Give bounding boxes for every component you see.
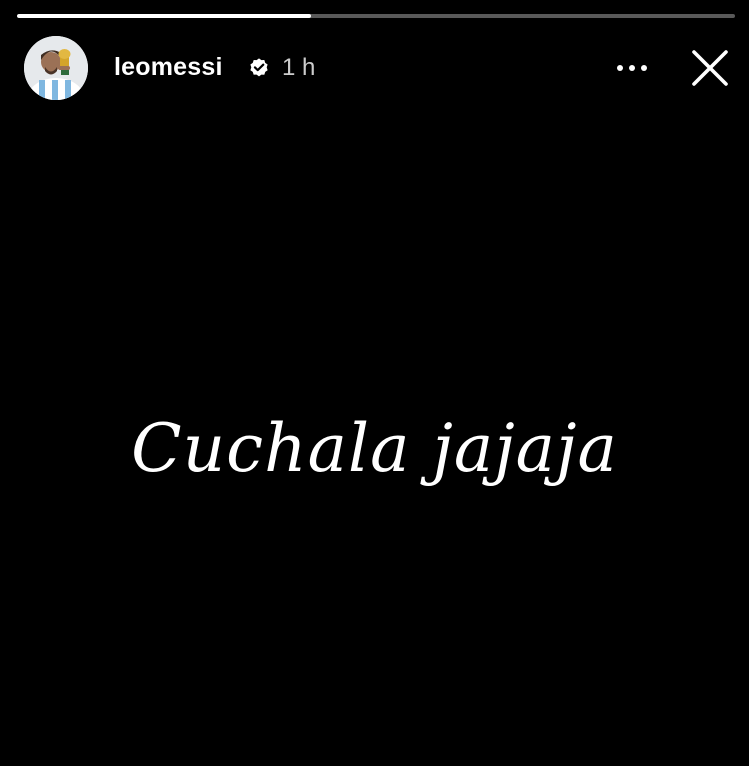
story-progress-fill (17, 14, 312, 18)
close-icon (692, 50, 728, 86)
story-viewer[interactable]: leomessi 1 h Cuchala jajaja (0, 0, 749, 766)
story-header: leomessi 1 h (24, 36, 734, 100)
more-options-icon (617, 65, 647, 71)
story-progress-bar (17, 14, 735, 18)
avatar-image (24, 36, 88, 100)
avatar[interactable] (24, 36, 88, 100)
close-button[interactable] (688, 46, 732, 90)
more-options-button[interactable] (612, 50, 652, 86)
story-text: Cuchala jajaja (131, 410, 618, 487)
story-timestamp: 1 h (282, 54, 316, 81)
verified-badge-icon (250, 58, 268, 77)
story-username[interactable]: leomessi (114, 51, 223, 83)
